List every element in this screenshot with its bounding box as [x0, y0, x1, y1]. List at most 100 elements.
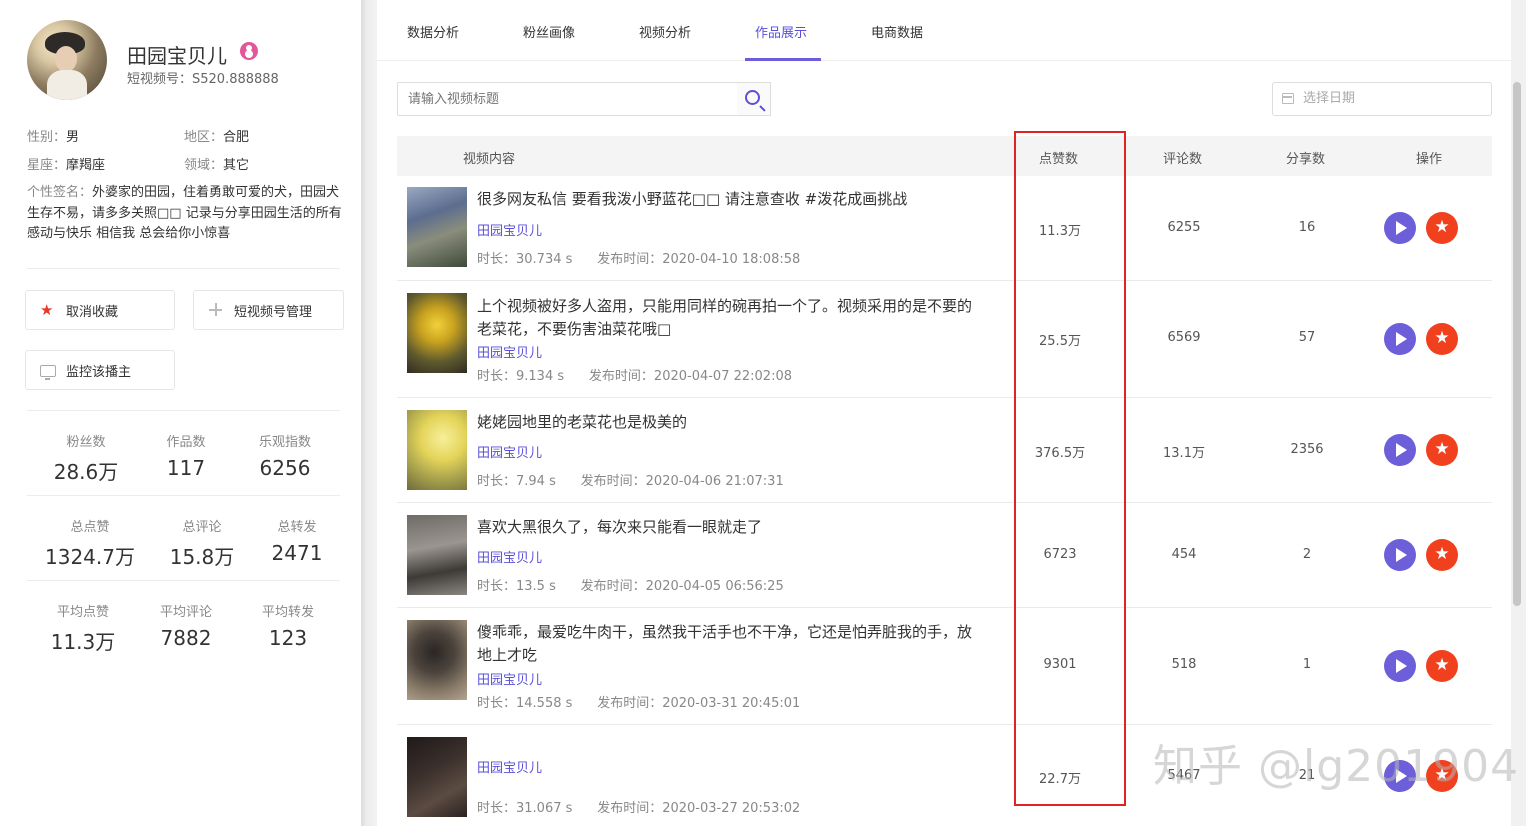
video-thumbnail[interactable] [407, 620, 467, 700]
stat-value: 1324.7万 [45, 545, 135, 569]
stat-label: 总点赞 [70, 520, 110, 535]
shares-count: 2 [1302, 547, 1312, 562]
divider [27, 495, 340, 496]
scrollbar-thumb[interactable] [1513, 82, 1521, 606]
video-thumbnail[interactable] [407, 293, 467, 373]
play-button[interactable] [1384, 212, 1416, 244]
profile-name: 田园宝贝儿 [127, 44, 227, 68]
stat-label: 总转发 [277, 520, 317, 535]
favorite-button[interactable]: ★ [1426, 539, 1458, 571]
video-meta: 时长：31.067 s 发布时间：2020-03-27 20:53:02 [477, 797, 800, 816]
video-author[interactable]: 田园宝贝儿 [477, 757, 542, 776]
publish-time: 发布时间：2020-04-07 22:02:08 [588, 369, 792, 384]
verified-icon [240, 42, 258, 60]
watermark: 知乎 @lg201904 [1153, 741, 1520, 792]
unfavorite-button[interactable]: ★ 取消收藏 [25, 290, 175, 330]
video-meta: 时长：14.558 s 发布时间：2020-03-31 20:45:01 [477, 692, 800, 711]
video-thumbnail[interactable] [407, 410, 467, 490]
stat-label: 总评论 [182, 520, 222, 535]
stat-value: 6256 [259, 456, 311, 480]
video-title[interactable]: 喜欢大黑很久了，每次来只能看一眼就走了 [477, 516, 982, 539]
favorite-button[interactable]: ★ [1426, 434, 1458, 466]
col-actions: 操作 [1416, 152, 1443, 167]
tab-works[interactable]: 作品展示 [755, 22, 807, 41]
stat-works: 作品数 117 [136, 431, 236, 480]
tab-video-analysis[interactable]: 视频分析 [639, 22, 691, 41]
video-author[interactable]: 田园宝贝儿 [477, 220, 542, 239]
video-meta: 时长：30.734 s 发布时间：2020-04-10 18:08:58 [477, 248, 800, 267]
favorite-button[interactable]: ★ [1426, 650, 1458, 682]
video-title[interactable]: 很多网友私信 要看我泼小野蓝花□□ 请注意查收 #泼花成画挑战 [477, 188, 982, 211]
monitor-label: 监控该播主 [66, 364, 132, 380]
favorite-button[interactable]: ★ [1426, 212, 1458, 244]
gender-label: 性别： [27, 130, 67, 145]
duration: 时长：31.067 s [477, 801, 573, 816]
tab-fan-profile[interactable]: 粉丝画像 [523, 22, 575, 41]
search-button[interactable] [737, 82, 771, 116]
play-button[interactable] [1384, 539, 1416, 571]
video-title[interactable]: 傻乖乖，最爱吃牛肉干，虽然我干活手也不干净，它还是怕弄脏我的手，放地上才吃 [477, 621, 982, 667]
play-button[interactable] [1384, 650, 1416, 682]
comments-count: 454 [1171, 547, 1197, 562]
duration: 时长：7.94 s [477, 474, 556, 489]
avatar [27, 20, 107, 100]
search-input[interactable] [397, 82, 739, 116]
col-content: 视频内容 [463, 152, 516, 167]
stat-value: 11.3万 [50, 630, 116, 654]
publish-time: 发布时间：2020-04-10 18:08:58 [597, 252, 801, 267]
duration: 时长：13.5 s [477, 579, 556, 594]
table-header: 视频内容 点赞数 评论数 分享数 操作 [397, 136, 1492, 176]
play-button[interactable] [1384, 434, 1416, 466]
video-author[interactable]: 田园宝贝儿 [477, 442, 542, 461]
duration: 时长：9.134 s [477, 369, 565, 384]
tab-bar: 数据分析 粉丝画像 视频分析 作品展示 电商数据 [377, 0, 1511, 61]
publish-time: 发布时间：2020-03-31 20:45:01 [597, 696, 801, 711]
works-panel: 数据分析 粉丝画像 视频分析 作品展示 电商数据 选择日期 视频内容 点赞数 评… [377, 0, 1511, 826]
tab-data-analysis[interactable]: 数据分析 [407, 22, 459, 41]
stat-label: 平均点赞 [56, 605, 109, 620]
stat-fans: 粉丝数 28.6万 [36, 431, 136, 485]
shares-count: 2356 [1290, 442, 1324, 457]
table-row: 姥姥园地里的老菜花也是极美的 田园宝贝儿 时长：7.94 s 发布时间：2020… [397, 398, 1492, 503]
play-button[interactable] [1384, 323, 1416, 355]
active-tab-indicator [745, 58, 821, 61]
video-thumbnail[interactable] [407, 187, 467, 267]
gender-info: 性别：男 [27, 126, 79, 145]
video-author[interactable]: 田园宝贝儿 [477, 547, 542, 566]
region-label: 地区： [184, 130, 224, 145]
video-meta: 时长：13.5 s 发布时间：2020-04-05 06:56:25 [477, 575, 784, 594]
plus-icon [208, 302, 224, 318]
video-title[interactable]: 上个视频被好多人盗用，只能用同样的碗再拍一个了。视频采用的是不要的老菜花，不要伤… [477, 295, 982, 341]
video-author[interactable]: 田园宝贝儿 [477, 669, 542, 688]
video-thumbnail[interactable] [407, 515, 467, 595]
monitor-button[interactable]: 监控该播主 [25, 350, 175, 390]
region-info: 地区：合肥 [184, 126, 249, 145]
video-title[interactable]: 姥姥园地里的老菜花也是极美的 [477, 411, 982, 434]
col-shares[interactable]: 分享数 [1286, 148, 1325, 167]
zodiac-label: 星座： [27, 158, 67, 173]
stat-value: 2471 [271, 541, 323, 565]
stat-avg-shares: 平均转发 123 [238, 601, 338, 650]
avatar-face [55, 46, 77, 72]
stat-value: 28.6万 [53, 460, 119, 484]
stat-label: 作品数 [166, 435, 206, 450]
avatar-body [47, 70, 87, 100]
video-thumbnail[interactable] [407, 737, 467, 817]
manage-account-button[interactable]: 短视频号管理 [193, 290, 344, 330]
tab-ecommerce[interactable]: 电商数据 [871, 22, 923, 41]
date-picker[interactable]: 选择日期 [1272, 82, 1492, 116]
stat-value: 117 [166, 456, 206, 480]
signature-label: 个性签名： [27, 185, 93, 200]
shares-count: 16 [1298, 220, 1316, 235]
col-comments[interactable]: 评论数 [1163, 148, 1202, 167]
shares-count: 57 [1298, 330, 1316, 345]
favorite-button[interactable]: ★ [1426, 323, 1458, 355]
duration: 时长：30.734 s [477, 252, 573, 267]
stat-avg-likes: 平均点赞 11.3万 [33, 601, 133, 655]
calendar-icon [1282, 93, 1294, 104]
stat-avg-comments: 平均评论 7882 [136, 601, 236, 650]
table-row: 上个视频被好多人盗用，只能用同样的碗再拍一个了。视频采用的是不要的老菜花，不要伤… [397, 281, 1492, 398]
publish-time: 发布时间：2020-04-06 21:07:31 [580, 474, 784, 489]
stat-label: 乐观指数 [258, 435, 311, 450]
video-author[interactable]: 田园宝贝儿 [477, 342, 542, 361]
